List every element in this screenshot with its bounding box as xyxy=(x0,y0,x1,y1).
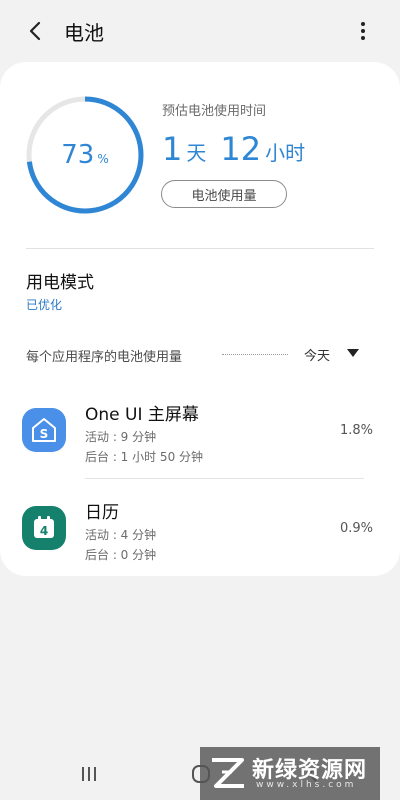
app-usage-percent: 1.8% xyxy=(339,423,373,438)
battery-level-unit: % xyxy=(97,152,109,166)
app-bar: 电池 xyxy=(0,0,400,62)
app-usage-section-label: 每个应用程序的电池使用量 xyxy=(26,350,183,365)
dotted-separator xyxy=(222,354,288,355)
watermark-url: www.xlhs.com xyxy=(256,780,357,790)
app-background-time: 后台 : 1 小时 50 分钟 xyxy=(85,450,204,464)
battery-level-readout: 73 % xyxy=(26,96,144,214)
page-title: 电池 xyxy=(64,21,104,45)
recent-apps-icon xyxy=(82,767,96,781)
period-selector[interactable]: 今天 xyxy=(304,345,330,364)
power-mode-item[interactable]: 用电模式 已优化 xyxy=(0,260,400,318)
app-background-time: 后台 : 0 分钟 xyxy=(85,548,157,562)
divider xyxy=(26,248,374,249)
app-usage-percent: 0.9% xyxy=(339,521,373,536)
battery-card: 73 % 预估电池使用时间 1 天 12 小时 电池使用量 用电模式 已优化 每… xyxy=(0,62,400,576)
app-active-time: 活动 : 9 分钟 xyxy=(85,430,157,444)
battery-level-value: 73 xyxy=(61,140,95,170)
power-mode-value: 已优化 xyxy=(26,298,63,312)
svg-text:S: S xyxy=(40,427,49,441)
row-divider xyxy=(85,478,364,479)
estimate-hours: 12 xyxy=(220,130,262,168)
app-usage-row-home[interactable]: S One UI 主屏幕 活动 : 9 分钟 后台 : 1 小时 50 分钟 1… xyxy=(0,386,400,472)
more-options-button[interactable] xyxy=(348,16,378,46)
app-active-time: 活动 : 4 分钟 xyxy=(85,528,157,542)
watermark: 新绿资源网 www.xlhs.com xyxy=(200,747,380,800)
app-usage-row-calendar[interactable]: 4 日历 活动 : 4 分钟 后台 : 0 分钟 0.9% xyxy=(0,486,400,572)
dropdown-arrow-icon[interactable] xyxy=(347,349,359,357)
calendar-icon-day: 4 xyxy=(40,524,48,538)
app-name: One UI 主屏幕 xyxy=(85,405,199,425)
power-mode-title: 用电模式 xyxy=(26,273,94,293)
estimate-value: 1 天 12 小时 xyxy=(162,130,319,168)
home-screen-icon: S xyxy=(22,408,66,452)
estimate-days: 1 xyxy=(162,130,183,168)
back-arrow-icon xyxy=(29,21,41,41)
estimate-days-unit: 天 xyxy=(186,141,207,165)
estimate-label: 预估电池使用时间 xyxy=(162,104,267,119)
watermark-logo-icon xyxy=(212,758,244,788)
app-name: 日历 xyxy=(85,503,119,523)
battery-usage-button[interactable]: 电池使用量 xyxy=(161,180,287,208)
recent-apps-button[interactable] xyxy=(74,762,104,786)
more-vertical-icon xyxy=(361,22,365,40)
back-button[interactable] xyxy=(20,16,50,46)
estimate-hours-unit: 小时 xyxy=(265,141,306,165)
calendar-icon: 4 xyxy=(22,506,66,550)
